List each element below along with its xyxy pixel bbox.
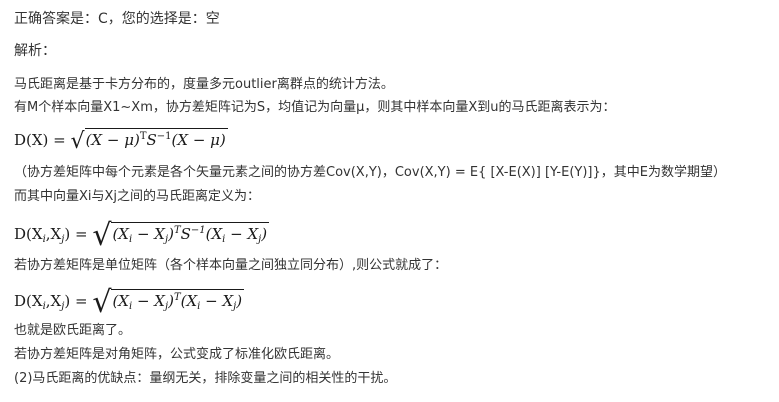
formula3-sqrt: √ (Xi − Xj)T(Xi − Xj) (92, 285, 245, 320)
formula1-term1: (X − μ) (85, 131, 140, 149)
paragraph-setup: 有M个样本向量X1~Xm，协方差矩阵记为S，均值记为向量μ，则其中样本向量X到u… (14, 100, 616, 115)
formula1-lhs: D(X) = (14, 131, 66, 149)
formula2-lhs: D(Xi,Xj) = (14, 225, 88, 245)
paragraph-diagonal: 若协方差矩阵是对角矩阵，公式变成了标准化欧氏距离。 (14, 347, 340, 362)
formula-euclidean: D(Xi,Xj) = √ (Xi − Xj)T(Xi − Xj) (14, 285, 245, 320)
analysis-label: 解析： (14, 43, 56, 59)
formula-mahalanobis-pair: D(Xi,Xj) = √ (Xi − Xj)TS−1(Xi − Xj) (14, 218, 270, 253)
formula3-lhs: D(Xi,Xj) = (14, 292, 88, 312)
sqrt-sign: √ (92, 218, 112, 253)
formula1-sup-inv: −1 (156, 131, 172, 142)
formula-mahalanobis: D(X) = √ (X − μ)TS−1(X − μ) (14, 128, 228, 154)
formula2-sqrt: √ (Xi − Xj)TS−1(Xi − Xj) (92, 218, 270, 253)
paragraph-xi-xj: 而其中向量Xi与Xj之间的马氏距离定义为： (14, 189, 261, 204)
formula1-term2: S (146, 131, 157, 149)
formula1-term3: (X − μ) (171, 131, 226, 149)
answer-line: 正确答案是：C，您的选择是：空 (14, 11, 220, 27)
paragraph-pros-cons: (2)马氏距离的优缺点：量纲无关，排除变量之间的相关性的干扰。 (14, 371, 397, 386)
paragraph-euclidean: 也就是欧氏距离了。 (14, 323, 132, 338)
paragraph-identity: 若协方差矩阵是单位矩阵（各个样本向量之间独立同分布）,则公式就成了： (14, 258, 448, 273)
sqrt-sign: √ (70, 129, 85, 154)
paragraph-covariance: （协方差矩阵中每个元素是各个矢量元素之间的协方差Cov(X,Y)，Cov(X,Y… (14, 165, 726, 180)
paragraph-definition: 马氏距离是基于卡方分布的，度量多元outlier离群点的统计方法。 (14, 77, 394, 92)
sqrt-sign: √ (92, 285, 112, 320)
formula1-sqrt: √ (X − μ)TS−1(X − μ) (71, 128, 228, 154)
